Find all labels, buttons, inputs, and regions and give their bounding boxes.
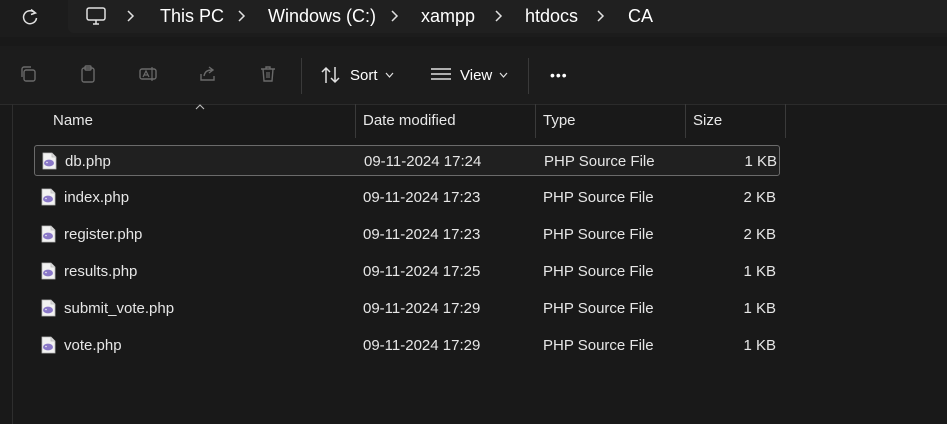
sort-icon bbox=[321, 66, 340, 84]
file-explorer-window: This PC Windows (C:) xampp htdocs CA Sor… bbox=[0, 0, 947, 424]
column-header-row: Name Date modified Type Size bbox=[0, 104, 947, 138]
file-row[interactable]: vote.php 09-11-2024 17:29 PHP Source Fil… bbox=[34, 330, 780, 361]
chevron-right-icon[interactable] bbox=[235, 9, 249, 23]
breadcrumb-ca[interactable]: CA bbox=[628, 5, 653, 27]
toolbar-divider bbox=[528, 58, 529, 94]
sort-button[interactable]: Sort bbox=[320, 62, 394, 88]
file-type: PHP Source File bbox=[544, 153, 655, 170]
column-header-name[interactable]: Name bbox=[53, 104, 93, 138]
column-divider[interactable] bbox=[355, 104, 356, 138]
toolbar-divider bbox=[301, 58, 302, 94]
breadcrumb-htdocs[interactable]: htdocs bbox=[525, 5, 578, 27]
share-button[interactable] bbox=[196, 62, 220, 86]
chevron-right-icon[interactable] bbox=[594, 9, 608, 23]
delete-button[interactable] bbox=[256, 62, 280, 86]
file-size: 1 KB bbox=[743, 300, 776, 317]
column-divider[interactable] bbox=[785, 104, 786, 138]
column-divider[interactable] bbox=[685, 104, 686, 138]
share-icon bbox=[200, 66, 215, 81]
chevron-right-icon[interactable] bbox=[388, 9, 402, 23]
file-date-modified: 09-11-2024 17:24 bbox=[364, 153, 482, 170]
file-size: 2 KB bbox=[743, 226, 776, 243]
file-date-modified: 09-11-2024 17:29 bbox=[363, 300, 481, 317]
breadcrumb-this-pc[interactable]: This PC bbox=[160, 5, 224, 27]
file-row[interactable]: results.php 09-11-2024 17:25 PHP Source … bbox=[34, 256, 780, 287]
file-type: PHP Source File bbox=[543, 337, 654, 354]
view-button[interactable]: View bbox=[430, 62, 508, 88]
file-type: PHP Source File bbox=[543, 226, 654, 243]
chevron-down-icon bbox=[385, 72, 393, 78]
sort-ascending-icon bbox=[195, 104, 205, 110]
address-row: This PC Windows (C:) xampp htdocs CA bbox=[0, 0, 947, 37]
php-file-icon bbox=[41, 188, 56, 206]
file-size: 1 KB bbox=[743, 337, 776, 354]
file-name: submit_vote.php bbox=[64, 300, 175, 317]
address-bar[interactable]: This PC Windows (C:) xampp htdocs CA bbox=[68, 0, 947, 33]
pane-divider[interactable] bbox=[12, 104, 13, 424]
file-date-modified: 09-11-2024 17:29 bbox=[363, 337, 481, 354]
file-type: PHP Source File bbox=[543, 263, 654, 280]
file-date-modified: 09-11-2024 17:25 bbox=[363, 263, 481, 280]
file-name: results.php bbox=[64, 263, 138, 280]
sort-label: Sort bbox=[350, 66, 378, 84]
file-size: 1 KB bbox=[744, 153, 777, 170]
command-bar: Sort View ••• bbox=[0, 46, 947, 105]
column-divider[interactable] bbox=[535, 104, 536, 138]
chevron-down-icon bbox=[499, 72, 508, 78]
rename-icon bbox=[139, 67, 157, 81]
breadcrumb-windows-c[interactable]: Windows (C:) bbox=[268, 5, 376, 27]
rename-button[interactable] bbox=[136, 62, 160, 86]
file-type: PHP Source File bbox=[543, 300, 654, 317]
file-row[interactable]: register.php 09-11-2024 17:23 PHP Source… bbox=[34, 219, 780, 250]
file-type: PHP Source File bbox=[543, 189, 654, 206]
php-file-icon bbox=[41, 299, 56, 317]
file-date-modified: 09-11-2024 17:23 bbox=[363, 226, 481, 243]
column-header-size[interactable]: Size bbox=[693, 104, 722, 138]
view-icon bbox=[431, 68, 451, 80]
php-file-icon bbox=[41, 336, 56, 354]
column-header-type[interactable]: Type bbox=[543, 104, 576, 138]
file-size: 2 KB bbox=[743, 189, 776, 206]
paste-button[interactable] bbox=[76, 62, 100, 86]
file-row[interactable]: db.php 09-11-2024 17:24 PHP Source File … bbox=[34, 145, 780, 176]
view-label: View bbox=[460, 66, 493, 84]
more-options-button[interactable]: ••• bbox=[550, 62, 568, 88]
copy-button[interactable] bbox=[16, 62, 40, 86]
file-name: index.php bbox=[64, 189, 130, 206]
copy-icon bbox=[21, 66, 36, 82]
file-size: 1 KB bbox=[743, 263, 776, 280]
file-date-modified: 09-11-2024 17:23 bbox=[363, 189, 481, 206]
refresh-button[interactable] bbox=[14, 4, 46, 30]
refresh-icon bbox=[22, 8, 38, 25]
chevron-right-icon[interactable] bbox=[492, 9, 506, 23]
file-row[interactable]: submit_vote.php 09-11-2024 17:29 PHP Sou… bbox=[34, 293, 780, 324]
file-name: vote.php bbox=[64, 337, 122, 354]
php-file-icon bbox=[41, 225, 56, 243]
php-file-icon bbox=[42, 152, 57, 170]
php-file-icon bbox=[41, 262, 56, 280]
file-name: register.php bbox=[64, 226, 143, 243]
column-header-date-modified[interactable]: Date modified bbox=[363, 104, 456, 138]
file-name: db.php bbox=[65, 153, 111, 170]
file-row[interactable]: index.php 09-11-2024 17:23 PHP Source Fi… bbox=[34, 182, 780, 213]
chevron-right-icon[interactable] bbox=[124, 9, 138, 23]
computer-icon[interactable] bbox=[84, 4, 108, 28]
more-options-icon: ••• bbox=[550, 67, 568, 83]
breadcrumb-xampp[interactable]: xampp bbox=[421, 5, 475, 27]
paste-icon bbox=[81, 65, 95, 83]
delete-icon bbox=[261, 66, 275, 82]
